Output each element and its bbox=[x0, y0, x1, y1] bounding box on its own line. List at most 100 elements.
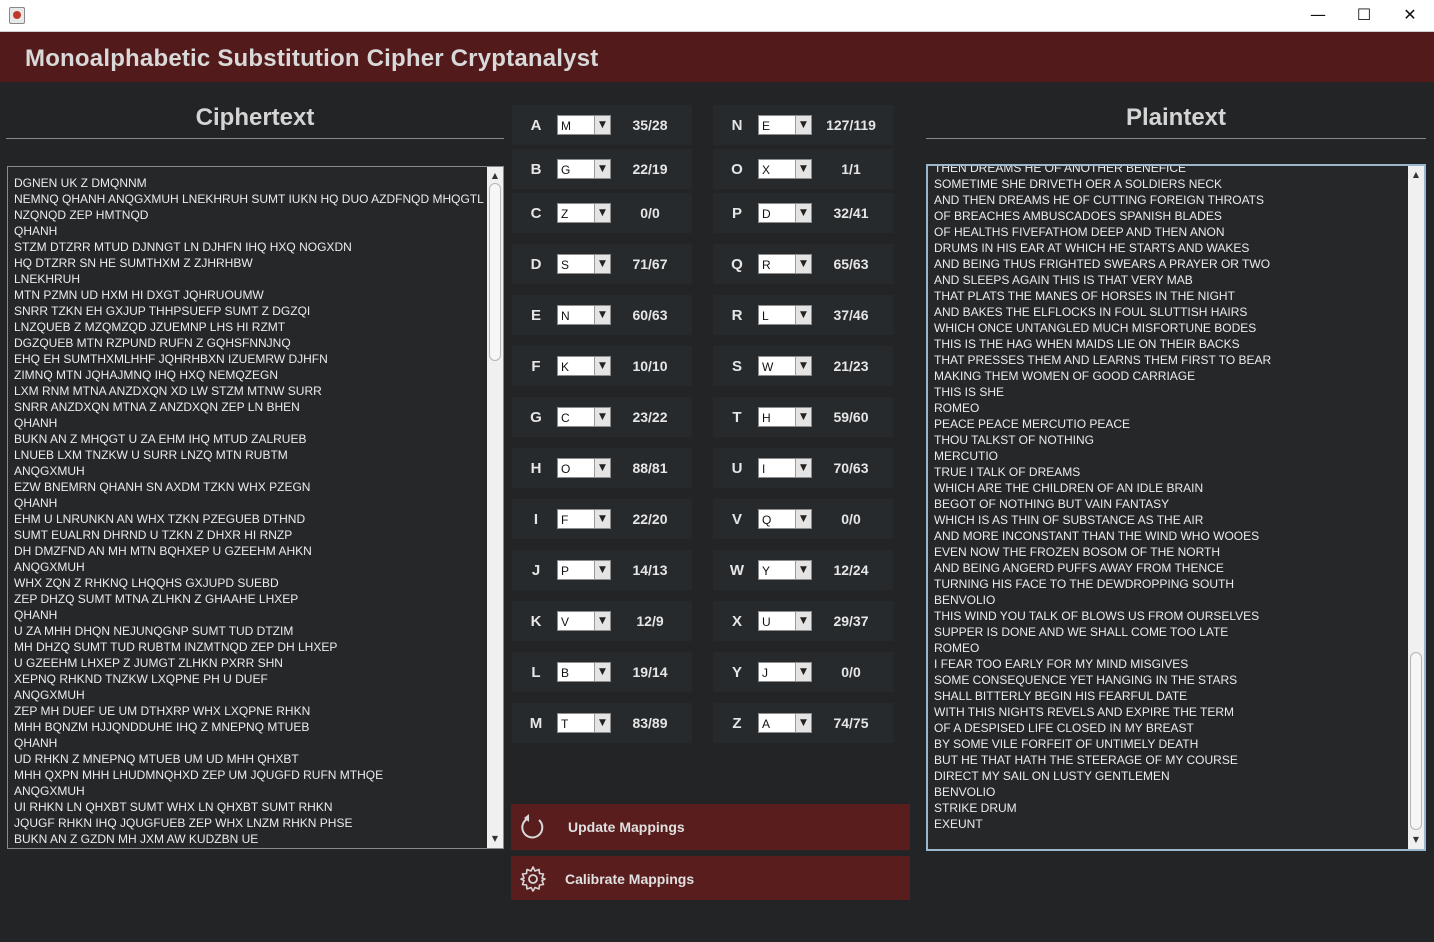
chevron-down-icon[interactable]: ▼ bbox=[594, 204, 610, 222]
mapping-dropdown[interactable]: H ▼ bbox=[758, 407, 812, 427]
cipher-letter-label: Q bbox=[731, 256, 743, 273]
app-header: Monoalphabetic Substitution Cipher Crypt… bbox=[0, 32, 1434, 82]
mapping-dropdown[interactable]: Q ▼ bbox=[758, 509, 812, 529]
text-line: AND BEING ANGERD PUFFS AWAY FROM THENCE bbox=[934, 561, 1224, 575]
text-line: ZEP MH DUEF UE UM DTHXRP WHX LXQPNE RHKN bbox=[14, 704, 311, 718]
mapping-row-b: B G ▼ 22/19 bbox=[512, 149, 692, 189]
chevron-down-icon[interactable]: ▼ bbox=[795, 255, 811, 273]
ciphertext-textarea[interactable]: DGNEN UK Z DMQNNM NEMNQ QHANH ANQGXMUH LN… bbox=[7, 166, 504, 849]
frequency-count: 59/60 bbox=[833, 409, 869, 425]
plaintext-scrollbar[interactable]: ▲ ▼ bbox=[1408, 166, 1424, 849]
chevron-down-icon[interactable]: ▼ bbox=[795, 204, 811, 222]
text-line: NZQNQD ZEP HMTNQD bbox=[14, 208, 149, 222]
scroll-thumb[interactable] bbox=[489, 183, 501, 361]
chevron-down-icon[interactable]: ▼ bbox=[594, 357, 610, 375]
chevron-down-icon[interactable]: ▼ bbox=[594, 663, 610, 681]
mapping-dropdown[interactable]: G ▼ bbox=[557, 159, 611, 179]
mapping-dropdown[interactable]: D ▼ bbox=[758, 203, 812, 223]
chevron-down-icon[interactable]: ▼ bbox=[594, 714, 610, 732]
mapping-dropdown[interactable]: P ▼ bbox=[557, 560, 611, 580]
cipher-letter-label: W bbox=[729, 562, 745, 579]
mapping-dropdown[interactable]: L ▼ bbox=[758, 305, 812, 325]
chevron-down-icon[interactable]: ▼ bbox=[594, 408, 610, 426]
scroll-up-arrow-icon[interactable]: ▲ bbox=[487, 169, 503, 183]
text-line: QHANH bbox=[14, 224, 58, 238]
chevron-down-icon[interactable]: ▼ bbox=[795, 408, 811, 426]
mapping-dropdown[interactable]: N ▼ bbox=[557, 305, 611, 325]
scroll-down-arrow-icon[interactable]: ▼ bbox=[1408, 833, 1424, 847]
cipher-letter-label: G bbox=[530, 409, 542, 426]
text-line: JQUGF RHKN IHQ JQUGFUEB ZEP WHX LNZM RHK… bbox=[14, 816, 353, 830]
frequency-count: 37/46 bbox=[833, 307, 869, 323]
text-line: BENVOLIO bbox=[934, 785, 996, 799]
text-line: MAKING THEM WOMEN OF GOOD CARRIAGE bbox=[934, 369, 1196, 383]
text-line: LNUEB LXM TNZKW U SURR LNZQ MTN RUBTM bbox=[14, 448, 288, 462]
mapping-row-u: U I ▼ 70/63 bbox=[713, 448, 893, 488]
mapping-dropdown[interactable]: J ▼ bbox=[758, 662, 812, 682]
text-line: OF A DESPISED LIFE CLOSED IN MY BREAST bbox=[934, 721, 1194, 735]
mapping-dropdown[interactable]: K ▼ bbox=[557, 356, 611, 376]
scroll-thumb[interactable] bbox=[1410, 652, 1422, 830]
mapping-dropdown[interactable]: X ▼ bbox=[758, 159, 812, 179]
ciphertext-scrollbar[interactable]: ▲ ▼ bbox=[487, 167, 503, 848]
mapping-dropdown[interactable]: E ▼ bbox=[758, 115, 812, 135]
chevron-down-icon[interactable]: ▼ bbox=[795, 306, 811, 324]
chevron-down-icon[interactable]: ▼ bbox=[594, 160, 610, 178]
mapping-dropdown[interactable]: B ▼ bbox=[557, 662, 611, 682]
chevron-down-icon[interactable]: ▼ bbox=[594, 255, 610, 273]
mapping-dropdown[interactable]: Z ▼ bbox=[557, 203, 611, 223]
update-mappings-label: Update Mappings bbox=[568, 819, 685, 835]
text-line: LNZQUEB Z MZQMZQD JZUEMNP LHS HI RZMT bbox=[14, 320, 286, 334]
plaintext-content: THEN DREAMS HE OF ANOTHER BENEFICE SOMETI… bbox=[934, 166, 1271, 832]
mapping-dropdown[interactable]: O ▼ bbox=[557, 458, 611, 478]
chevron-down-icon[interactable]: ▼ bbox=[795, 510, 811, 528]
cipher-letter-label: P bbox=[731, 205, 742, 222]
mapping-dropdown[interactable]: W ▼ bbox=[758, 356, 812, 376]
text-line: LXM RNM MTNA ANZDXQN XD LW STZM MTNW SUR… bbox=[14, 384, 322, 398]
chevron-down-icon[interactable]: ▼ bbox=[795, 160, 811, 178]
mapping-dropdown[interactable]: V ▼ bbox=[557, 611, 611, 631]
chevron-down-icon[interactable]: ▼ bbox=[795, 612, 811, 630]
update-mappings-button[interactable]: Update Mappings bbox=[511, 804, 910, 850]
mapping-dropdown[interactable]: M ▼ bbox=[557, 115, 611, 135]
dropdown-selected-value: O bbox=[561, 462, 571, 476]
mapping-dropdown[interactable]: I ▼ bbox=[758, 458, 812, 478]
maximize-button[interactable]: ☐ bbox=[1341, 0, 1387, 31]
mapping-dropdown[interactable]: U ▼ bbox=[758, 611, 812, 631]
mapping-dropdown[interactable]: S ▼ bbox=[557, 254, 611, 274]
mapping-dropdown[interactable]: C ▼ bbox=[557, 407, 611, 427]
mapping-dropdown[interactable]: A ▼ bbox=[758, 713, 812, 733]
chevron-down-icon[interactable]: ▼ bbox=[795, 561, 811, 579]
mapping-dropdown[interactable]: T ▼ bbox=[557, 713, 611, 733]
plaintext-textarea[interactable]: THEN DREAMS HE OF ANOTHER BENEFICE SOMETI… bbox=[926, 164, 1426, 851]
chevron-down-icon[interactable]: ▼ bbox=[594, 116, 610, 134]
close-button[interactable]: ✕ bbox=[1387, 0, 1433, 31]
mapping-row-e: E N ▼ 60/63 bbox=[512, 295, 692, 335]
scroll-up-arrow-icon[interactable]: ▲ bbox=[1408, 168, 1424, 182]
chevron-down-icon[interactable]: ▼ bbox=[795, 663, 811, 681]
chevron-down-icon[interactable]: ▼ bbox=[594, 510, 610, 528]
cipher-letter-label: H bbox=[530, 460, 542, 477]
minimize-button[interactable]: — bbox=[1295, 0, 1341, 31]
mapping-row-c: C Z ▼ 0/0 bbox=[512, 193, 692, 233]
chevron-down-icon[interactable]: ▼ bbox=[795, 116, 811, 134]
text-line: ROMEO bbox=[934, 401, 980, 415]
calibrate-mappings-button[interactable]: Calibrate Mappings bbox=[511, 856, 910, 900]
chevron-down-icon[interactable]: ▼ bbox=[795, 357, 811, 375]
mapping-dropdown[interactable]: F ▼ bbox=[557, 509, 611, 529]
chevron-down-icon[interactable]: ▼ bbox=[795, 459, 811, 477]
frequency-count: 74/75 bbox=[833, 715, 869, 731]
frequency-count: 22/20 bbox=[632, 511, 668, 527]
mapping-dropdown[interactable]: Y ▼ bbox=[758, 560, 812, 580]
dropdown-selected-value: R bbox=[762, 258, 771, 272]
text-line: BUKN AN Z MHQGT U ZA EHM IHQ MTUD ZALRUE… bbox=[14, 432, 307, 446]
mapping-dropdown[interactable]: R ▼ bbox=[758, 254, 812, 274]
chevron-down-icon[interactable]: ▼ bbox=[594, 561, 610, 579]
chevron-down-icon[interactable]: ▼ bbox=[594, 306, 610, 324]
scroll-down-arrow-icon[interactable]: ▼ bbox=[487, 832, 503, 846]
chevron-down-icon[interactable]: ▼ bbox=[594, 612, 610, 630]
chevron-down-icon[interactable]: ▼ bbox=[795, 714, 811, 732]
chevron-down-icon[interactable]: ▼ bbox=[594, 459, 610, 477]
text-line: MH DHZQ SUMT TUD RUBTM INZMTNQD ZEP DH L… bbox=[14, 640, 338, 654]
dropdown-selected-value: S bbox=[561, 258, 570, 272]
